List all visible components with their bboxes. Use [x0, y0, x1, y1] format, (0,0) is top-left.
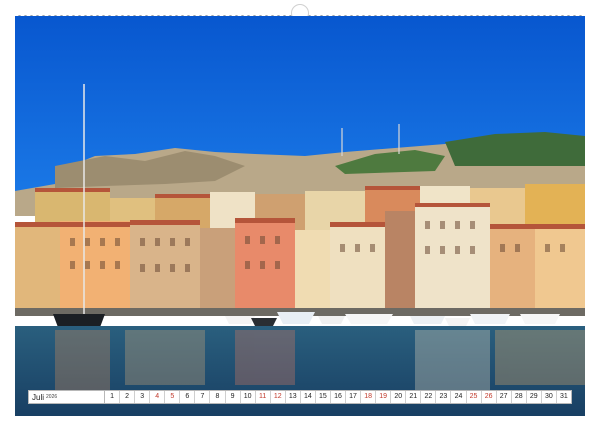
day-cell: 8 — [210, 391, 226, 403]
day-cell: 7 — [195, 391, 211, 403]
day-cell: 20 — [391, 391, 407, 403]
day-cell: 12 — [271, 391, 286, 403]
day-cell: 14 — [301, 391, 316, 403]
day-cell: 3 — [135, 391, 151, 403]
harbor-photo — [15, 16, 585, 416]
day-cell: 18 — [361, 391, 377, 403]
day-cell: 1 — [105, 391, 121, 403]
day-cell: 17 — [346, 391, 362, 403]
day-cell: 28 — [512, 391, 527, 403]
year-label: 2026 — [46, 394, 58, 400]
day-cell: 24 — [451, 391, 467, 403]
day-cell: 13 — [286, 391, 301, 403]
calendar-page: Juli 2026 1 2 3 4 5 6 7 8 9 10 11 12 13 14 15 16 17 18 19 2… — [0, 0, 600, 432]
day-cell: 27 — [497, 391, 512, 403]
day-cells: 1 2 3 4 5 6 7 8 9 10 11 12 13 14 15 16 17 18 19 20 21 22 23 24 2… — [105, 391, 571, 403]
day-cell: 30 — [542, 391, 557, 403]
day-cell: 16 — [331, 391, 346, 403]
month-label-box: Juli 2026 — [29, 391, 105, 403]
day-cell: 9 — [226, 391, 241, 403]
day-cell: 10 — [241, 391, 256, 403]
day-cell: 6 — [180, 391, 196, 403]
day-cell: 31 — [560, 393, 568, 400]
day-cell: 21 — [406, 391, 422, 403]
day-cell: 22 — [421, 391, 437, 403]
day-cell: 23 — [436, 391, 452, 403]
day-cell: 19 — [376, 391, 392, 403]
calendar-strip: Juli 2026 1 2 3 4 5 6 7 8 9 10 11 12 13 14 15 16 17 18 19 2… — [28, 390, 572, 404]
harbor-illustration — [15, 16, 585, 416]
day-cell: 4 — [150, 391, 166, 403]
day-cell: 5 — [165, 391, 181, 403]
month-name: Juli — [32, 392, 45, 402]
day-cell: 25 — [467, 391, 482, 403]
day-cell: 29 — [527, 391, 542, 403]
day-cell: 15 — [316, 391, 331, 403]
day-cell: 2 — [120, 391, 136, 403]
day-cell: 11 — [256, 391, 271, 403]
day-cell: 26 — [482, 391, 497, 403]
